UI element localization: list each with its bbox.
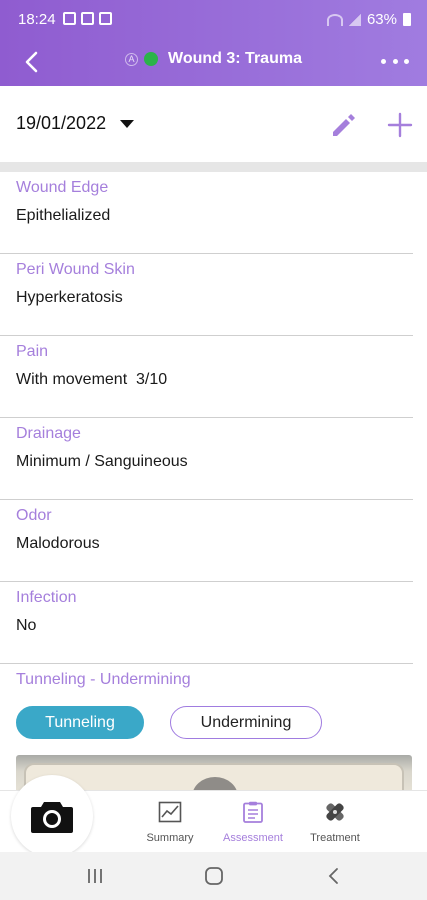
nav-label: Treatment [310, 832, 360, 844]
bandage-icon [326, 803, 344, 821]
field-label: Pain [16, 343, 49, 360]
dot [392, 58, 398, 64]
field-label: Peri Wound Skin [16, 261, 135, 278]
assessment-fields: Wound Edge Epithelialized Peri Wound Ski… [0, 172, 427, 712]
field-value: No [16, 617, 37, 634]
edit-pencil-icon[interactable] [328, 110, 358, 140]
battery-icon [403, 13, 411, 26]
nav-summary[interactable]: Summary [130, 801, 210, 844]
date-dropdown[interactable]: 19/01/2022 [16, 113, 135, 134]
nav-treatment[interactable]: Treatment [295, 801, 375, 844]
nav-assessment[interactable]: Assessment [213, 801, 293, 844]
app-bar: A Wound 3: Trauma [0, 38, 427, 86]
title-wrap: A Wound 3: Trauma [0, 50, 427, 68]
header: 18:24 63% A Wound 3: Trauma [0, 0, 427, 86]
date-row: 19/01/2022 [0, 86, 427, 162]
clipboard-icon [243, 801, 263, 823]
field-infection[interactable]: Infection No [0, 582, 413, 664]
field-odor[interactable]: Odor Malodorous [0, 500, 413, 582]
status-right: 63% [326, 11, 411, 28]
wifi-icon [326, 13, 343, 26]
section-divider [0, 162, 427, 172]
camera-icon [31, 802, 73, 833]
camera-button[interactable] [11, 775, 93, 857]
chart-icon [158, 801, 182, 823]
field-label: Tunneling - Undermining [16, 671, 191, 688]
status-bar: 18:24 63% [0, 0, 427, 38]
mail-icon [81, 12, 94, 25]
status-time: 18:24 [18, 11, 56, 28]
field-label: Odor [16, 507, 52, 524]
field-label: Drainage [16, 425, 81, 442]
field-pain[interactable]: Pain With movement 3/10 [0, 336, 413, 418]
field-peri-wound-skin[interactable]: Peri Wound Skin Hyperkeratosis [0, 254, 413, 336]
field-value: With movement 3/10 [16, 371, 168, 388]
undermining-button[interactable]: Undermining [170, 706, 322, 739]
field-value: Epithelialized [16, 207, 111, 224]
page-title: Wound 3: Trauma [168, 50, 302, 67]
tunneling-button[interactable]: Tunneling [16, 706, 144, 739]
gallery-icon [63, 12, 76, 25]
more-options-icon[interactable] [381, 49, 409, 73]
field-value: Minimum / Sanguineous [16, 453, 188, 470]
dot [404, 58, 409, 64]
field-drainage[interactable]: Drainage Minimum / Sanguineous [0, 418, 413, 500]
recent-apps-icon[interactable] [84, 866, 106, 886]
field-label: Wound Edge [16, 179, 109, 196]
nav-label: Summary [146, 832, 194, 844]
app-icon [99, 12, 112, 25]
tunneling-toggle: Tunneling Undermining [16, 706, 322, 739]
field-value: Hyperkeratosis [16, 289, 123, 306]
signal-icon [348, 13, 361, 26]
add-plus-icon[interactable] [385, 110, 415, 140]
system-nav-bar [0, 852, 427, 900]
field-label: Infection [16, 589, 77, 606]
field-value: Malodorous [16, 535, 100, 552]
field-wound-edge[interactable]: Wound Edge Epithelialized [0, 172, 413, 254]
battery-percent: 63% [366, 11, 397, 28]
back-nav-icon[interactable] [323, 866, 345, 886]
online-status-dot [144, 52, 159, 66]
home-icon[interactable] [203, 866, 225, 886]
status-a-icon: A [125, 52, 139, 66]
dropdown-caret-icon [120, 119, 135, 128]
date-value: 19/01/2022 [16, 113, 107, 133]
dot [381, 58, 386, 64]
notification-icons [63, 12, 112, 25]
field-tunneling-undermining: Tunneling - Undermining [0, 664, 413, 712]
nav-label: Assessment [223, 832, 283, 844]
